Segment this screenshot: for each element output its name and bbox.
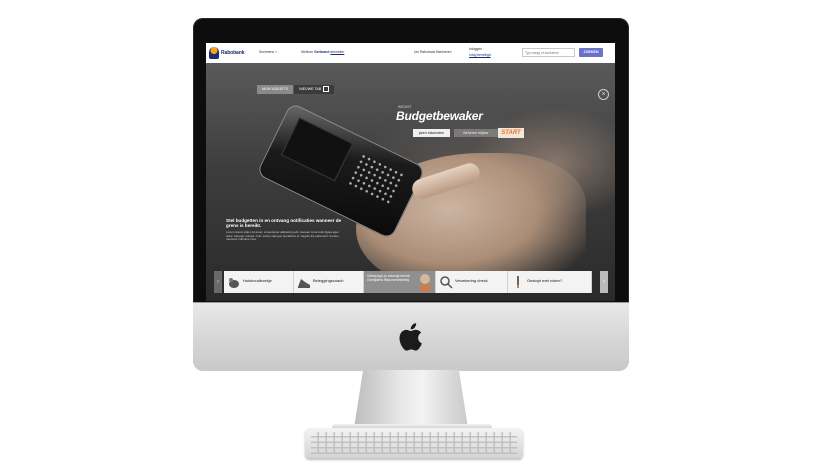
logout-link[interactable]: afmelden [330,50,344,54]
magnifier-icon [440,276,453,289]
option-button-2[interactable]: Beheren mijlaar [454,129,498,137]
start-button[interactable]: START [498,128,524,138]
widget-card-verzekering-check[interactable]: Verzekering check [436,271,508,293]
rabobank-logo-icon [209,47,219,59]
widget-card-label: Gestopt met roken? [527,278,563,283]
snelmenu-label: Snelmenu [259,50,275,54]
phone-screen [280,117,354,182]
banking-label: Uw Rabobank Bankieren [414,50,452,54]
widget-title: Budgetbewaker [396,109,483,123]
site-header: Rabobank Snelmenu ▾ Welkom Gerbrand afme… [206,43,615,64]
cigarette-icon [517,276,519,288]
search-input[interactable] [522,48,575,57]
welcome-prefix: Welkom [301,50,314,54]
hero-panel: MIJN WIDGETS NIEUWE TAB × WIDGET Budgetb… [206,63,615,301]
shoe-icon [298,279,310,288]
carousel-prev-button[interactable]: ‹ [214,271,222,293]
search-button[interactable]: ZOEKEN [579,48,603,57]
portrait-icon [419,274,431,292]
widget-card-beleggingscoach[interactable]: Beleggingscoach [294,271,364,293]
widget-card-label: Verzekering check [455,278,488,283]
imac-stand [354,370,468,428]
login-note-text: Inlog beveiligd [469,53,491,57]
login-note: Inlog beveiligd [469,53,491,57]
description-body: Lorem ipsum dolor sit amet, consectetur … [226,229,340,242]
close-icon[interactable]: × [598,89,609,100]
add-tab-icon [323,86,330,93]
rabobank-logo[interactable]: Rabobank [209,46,244,60]
chevron-down-icon: ▾ [275,50,277,54]
option-button-1[interactable]: jaren inkomsten [413,129,450,137]
widget-carousel: ‹ Huishoudboekje Beleggingscoach Onbezor… [214,271,608,293]
widget-description: Stel budgetten in en ontvang notificatie… [226,218,346,242]
tab-label: NIEUWE TAB [299,87,322,91]
apple-logo-icon [396,322,424,352]
keyboard-keys [311,432,517,454]
tab-label: MIJN WIDGETS [262,87,289,91]
phone-keypad [346,152,406,206]
banking-menu[interactable]: Uw Rabobank Bankieren [414,50,452,54]
keyboard [305,428,523,458]
welcome-text: Welkom Gerbrand afmelden [301,50,344,54]
widget-card-gestopt-met-roken[interactable]: Gestopt met roken? [508,271,592,293]
brand-name: Rabobank [221,50,245,56]
widget-card-huishoudboekje[interactable]: Huishoudboekje [224,271,294,293]
widget-card-label: Huishoudboekje [243,278,272,283]
description-heading: Stel budgetten in en ontvang notificatie… [226,218,342,229]
carousel-next-button[interactable]: › [600,271,608,293]
widget-card-overlijdensrisico[interactable]: Onbezorgd zo ontzorgt met de Overlijdens… [364,271,436,293]
login-link[interactable]: Inloggen [469,47,482,51]
screen: Rabobank Snelmenu ▾ Welkom Gerbrand afme… [206,43,615,301]
tab-nieuwe-tab[interactable]: NIEUWE TAB [294,85,335,94]
widget-tabs: MIJN WIDGETS NIEUWE TAB [257,85,335,94]
tab-mijn-widgets[interactable]: MIJN WIDGETS [257,85,294,94]
piggy-bank-icon [229,278,239,288]
login-label: Inloggen [469,47,483,51]
user-name: Gerbrand [314,50,330,54]
widget-card-label: Onbezorgd zo ontzorgt met de Overlijdens… [367,274,411,282]
snelmenu-link[interactable]: Snelmenu ▾ [259,50,277,54]
widget-card-label: Beleggingscoach [313,278,344,283]
